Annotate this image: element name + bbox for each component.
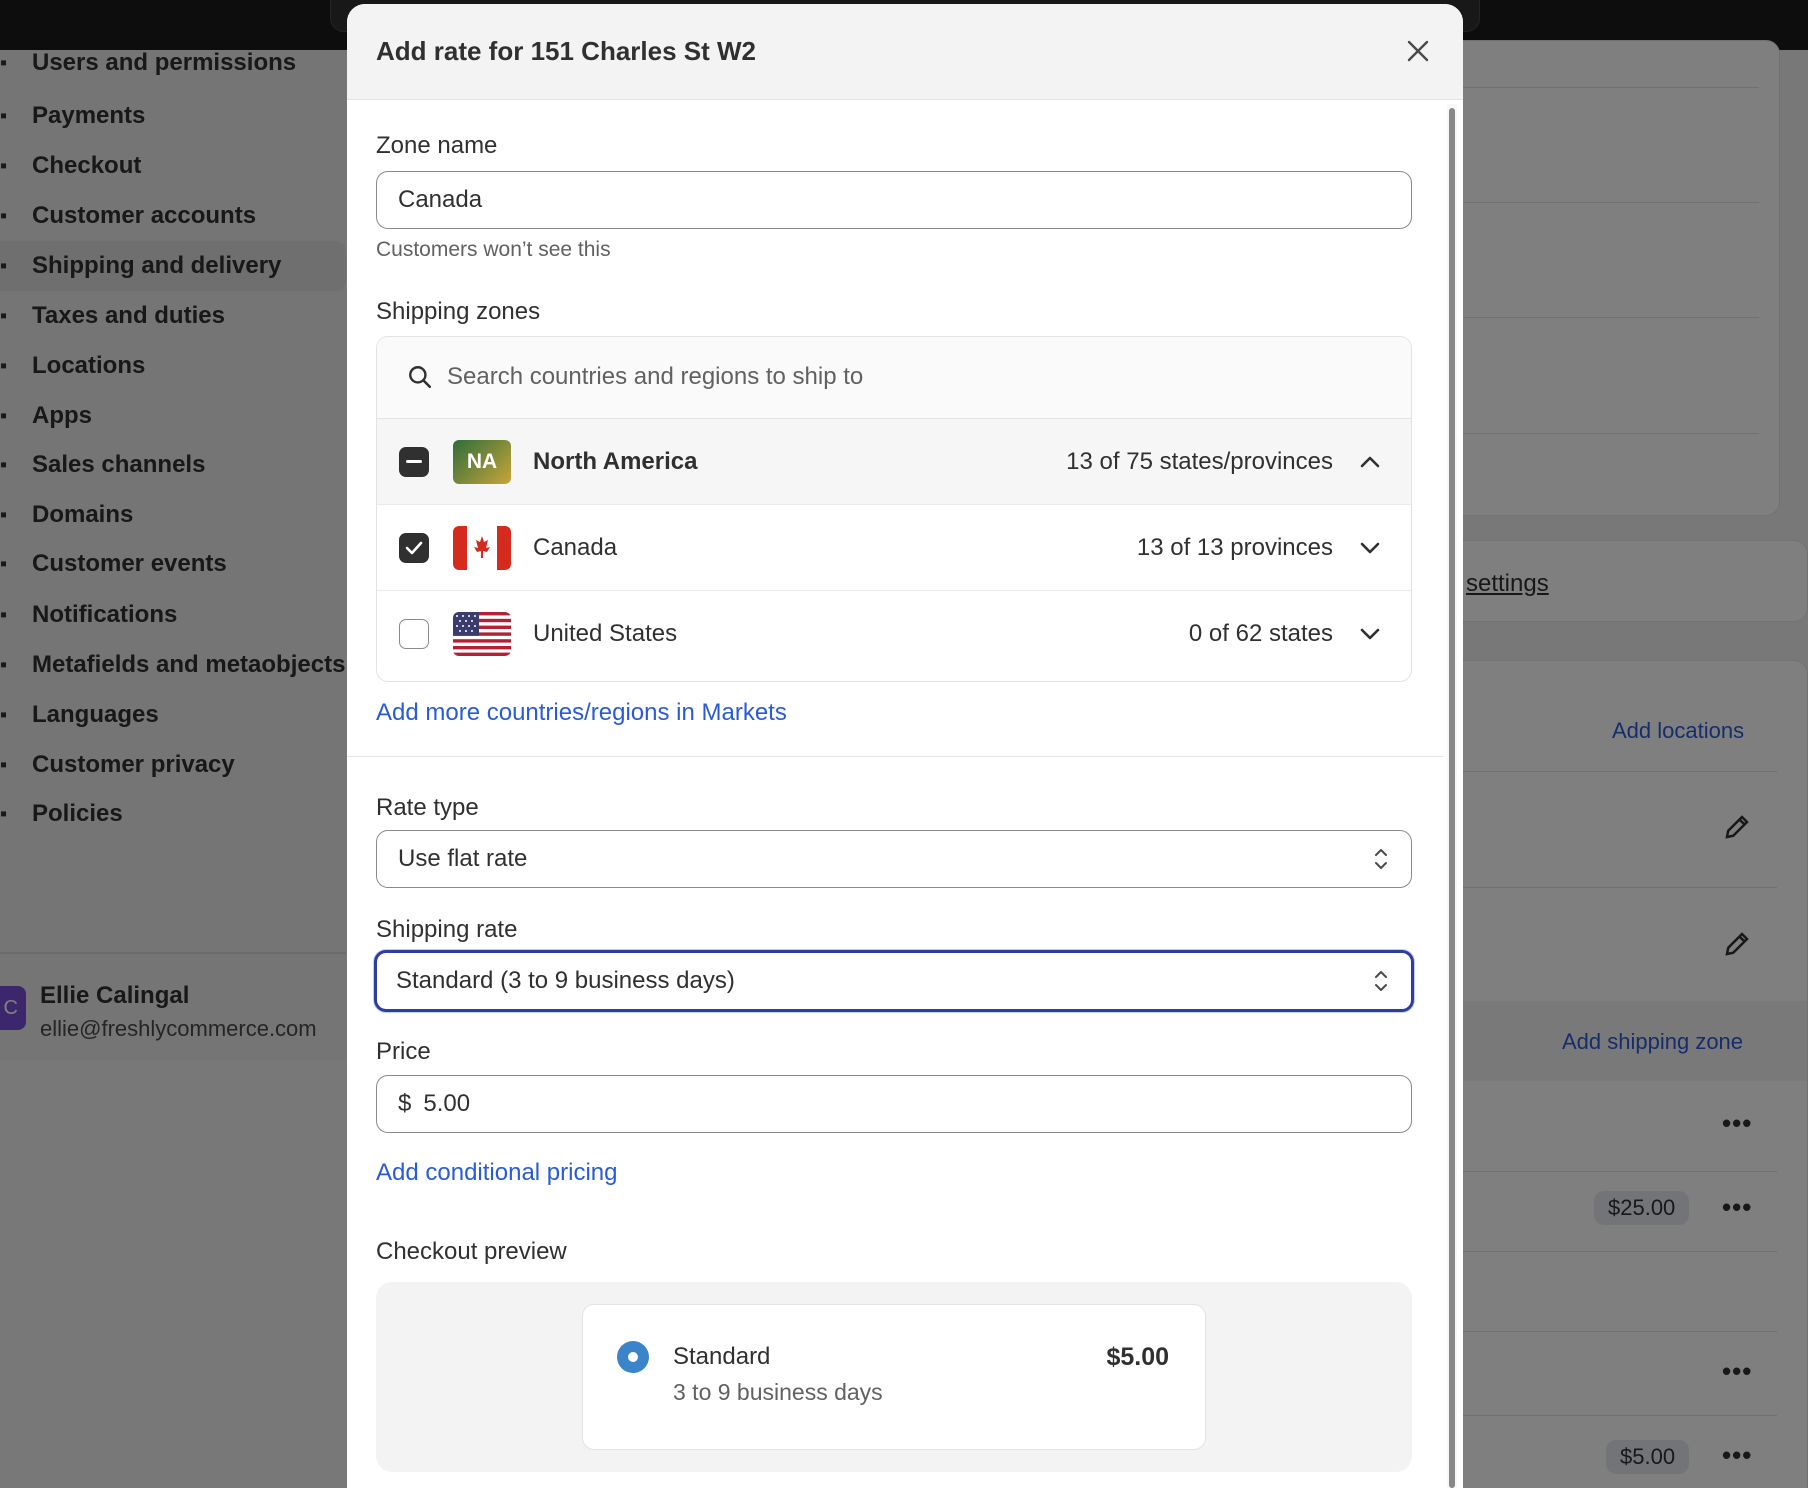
us-flag-icon <box>453 612 511 656</box>
checkbox-unchecked[interactable] <box>399 619 429 649</box>
shipping-zones-label: Shipping zones <box>376 298 541 325</box>
zone-row-count: 13 of 13 provinces <box>1136 533 1333 561</box>
add-more-countries-link[interactable]: Add more countries/regions in Markets <box>376 699 787 727</box>
chevron-up-icon[interactable] <box>1359 455 1381 469</box>
chevron-down-icon[interactable] <box>1359 541 1381 555</box>
canada-flag-icon <box>453 525 511 570</box>
search-icon <box>409 366 432 389</box>
modal-scrollbar[interactable] <box>1447 104 1457 1488</box>
preview-rate-days: 3 to 9 business days <box>673 1379 883 1405</box>
zone-row-count: 0 of 62 states <box>1188 620 1333 647</box>
zone-row-canada[interactable]: Canada 13 of 13 provinces <box>377 505 1411 591</box>
zone-row-count: 13 of 75 states/provinces <box>1066 447 1333 475</box>
zone-search-input[interactable]: Search countries and regions to ship to <box>389 347 1399 407</box>
zone-name-value: Canada <box>398 186 483 213</box>
rate-type-label: Rate type <box>376 794 479 821</box>
preview-rate-price: $5.00 <box>1106 1343 1169 1371</box>
checkout-preview-label: Checkout preview <box>376 1238 567 1265</box>
zone-name-label: Zone name <box>376 132 498 159</box>
close-icon <box>1407 40 1429 62</box>
section-divider <box>347 756 1443 757</box>
zone-row-north-america[interactable]: NA North America 13 of 75 states/provinc… <box>377 419 1411 505</box>
checkbox-checked[interactable] <box>399 532 429 563</box>
radio-selected <box>617 1341 649 1373</box>
rate-type-value: Use flat rate <box>398 845 528 872</box>
rate-type-select[interactable]: Use flat rate <box>376 830 1412 888</box>
close-button[interactable] <box>1401 34 1435 68</box>
zone-row-name: United States <box>533 620 678 647</box>
preview-rate-name: Standard <box>673 1343 771 1370</box>
checkmark-icon <box>405 541 423 554</box>
price-label: Price <box>376 1038 431 1065</box>
add-rate-modal: Add rate for 151 Charles St W2 Zone name… <box>347 4 1463 1488</box>
zone-search-placeholder: Search countries and regions to ship to <box>447 363 864 390</box>
zone-row-name: North America <box>533 447 698 475</box>
shipping-rate-label: Shipping rate <box>376 916 518 943</box>
modal-header: Add rate for 151 Charles St W2 <box>347 4 1463 100</box>
checkbox-indeterminate[interactable] <box>399 446 429 477</box>
preview-shipping-option: Standard 3 to 9 business days $5.00 <box>582 1304 1206 1450</box>
zone-row-name: Canada <box>533 533 618 561</box>
zone-name-input[interactable]: Canada <box>376 171 1412 229</box>
zone-name-help: Customers won’t see this <box>376 238 611 261</box>
add-conditional-pricing-link[interactable]: Add conditional pricing <box>376 1159 618 1187</box>
zone-search: Search countries and regions to ship to <box>377 337 1411 419</box>
scrollbar-thumb[interactable] <box>1449 108 1455 1488</box>
chevron-down-icon[interactable] <box>1359 627 1381 641</box>
price-value: 5.00 <box>423 1090 471 1117</box>
price-input[interactable]: $ 5.00 <box>376 1075 1412 1133</box>
shipping-rate-select[interactable]: Standard (3 to 9 business days) <box>374 950 1414 1012</box>
shipping-zones-list: Search countries and regions to ship to … <box>376 336 1412 682</box>
select-arrows-icon <box>1375 971 1387 991</box>
modal-title: Add rate for 151 Charles St W2 <box>376 36 756 66</box>
select-arrows-icon <box>1375 849 1387 869</box>
minus-icon <box>406 459 422 463</box>
zone-row-united-states[interactable]: United States 0 of 62 states <box>377 591 1411 677</box>
shipping-rate-value: Standard (3 to 9 business days) <box>396 967 735 994</box>
checkout-preview: Standard 3 to 9 business days $5.00 <box>376 1282 1412 1472</box>
region-badge: NA <box>453 439 511 484</box>
currency-prefix: $ <box>398 1090 412 1117</box>
